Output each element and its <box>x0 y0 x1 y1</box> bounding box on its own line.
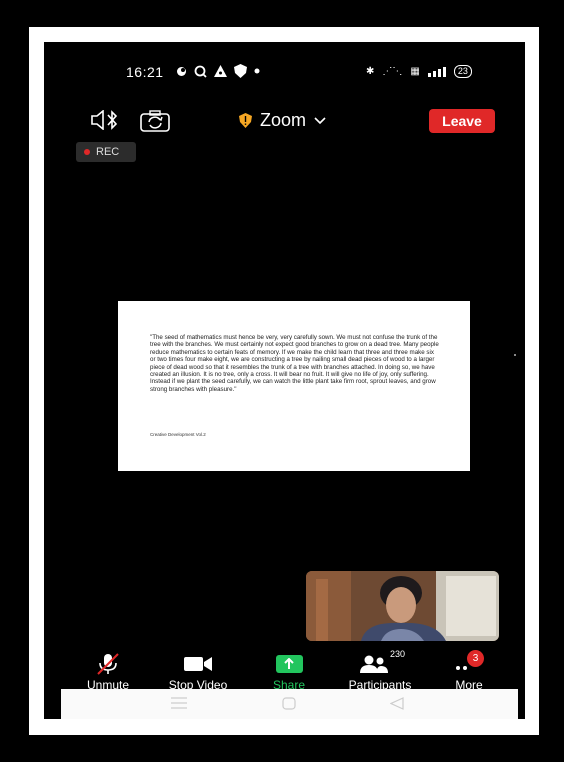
phone-screen: 16:21 ✱ ⋰⋱ ▦ 23 Zoom Leave REC "The seed… <box>44 42 525 719</box>
signal-icon <box>427 66 446 77</box>
status-bar: 16:21 ✱ ⋰⋱ ▦ 23 <box>44 64 525 84</box>
participants-button[interactable]: 230 Participants <box>340 647 420 692</box>
stop-video-button[interactable]: Stop Video <box>162 647 234 692</box>
status-icons <box>176 64 260 78</box>
android-navigation-bar <box>61 689 518 719</box>
more-notification-badge: 3 <box>467 650 484 667</box>
rec-label: REC <box>96 146 120 158</box>
switch-camera-icon[interactable] <box>140 110 170 132</box>
participants-count: 230 <box>390 649 406 659</box>
shield-icon <box>234 64 247 78</box>
meeting-top-bar: Zoom Leave <box>44 104 525 138</box>
video-camera-icon <box>184 657 212 671</box>
shared-screen-document[interactable]: "The seed of mathematics must hence be v… <box>118 301 470 471</box>
recording-indicator: REC <box>76 142 136 162</box>
meeting-title-label: Zoom <box>260 110 307 130</box>
dot-icon <box>254 68 260 74</box>
share-icon <box>275 655 303 673</box>
status-time: 16:21 <box>126 64 164 80</box>
meeting-toolbar: Unmute Stop Video Share 230 Participants… <box>44 647 525 692</box>
share-button[interactable]: Share <box>264 647 314 692</box>
bluetooth-icon: ✱ <box>366 66 375 77</box>
participant-video-image <box>306 571 499 641</box>
muted-mic-icon <box>97 653 119 675</box>
status-right: ✱ ⋰⋱ ▦ 23 <box>366 65 472 78</box>
leave-button[interactable]: Leave <box>429 109 495 133</box>
network-icon: ▦ <box>410 66 420 77</box>
unmute-button[interactable]: Unmute <box>82 647 134 692</box>
battery-indicator: 23 <box>453 65 472 78</box>
document-quote: "The seed of mathematics must hence be v… <box>150 334 439 393</box>
speaker-bluetooth-icon[interactable] <box>90 110 120 130</box>
back-icon[interactable] <box>390 697 404 710</box>
record-dot-icon <box>84 149 90 155</box>
document-caption: Creative Development Vol.2 <box>150 432 206 437</box>
home-icon[interactable] <box>282 697 296 710</box>
circle-icon <box>177 66 186 76</box>
chevron-down-icon <box>314 116 326 124</box>
meeting-title[interactable]: Zoom <box>239 110 326 131</box>
search-icon <box>194 65 207 78</box>
participants-icon <box>360 655 388 673</box>
screen-dot <box>514 354 516 356</box>
vibrate-icon: ⋰⋱ <box>382 66 403 77</box>
shield-icon <box>239 113 252 128</box>
menu-icon[interactable] <box>171 697 187 709</box>
more-button[interactable]: 3 More <box>444 647 494 692</box>
participant-video-thumbnail[interactable] <box>306 571 499 641</box>
triangle-icon <box>214 65 227 77</box>
